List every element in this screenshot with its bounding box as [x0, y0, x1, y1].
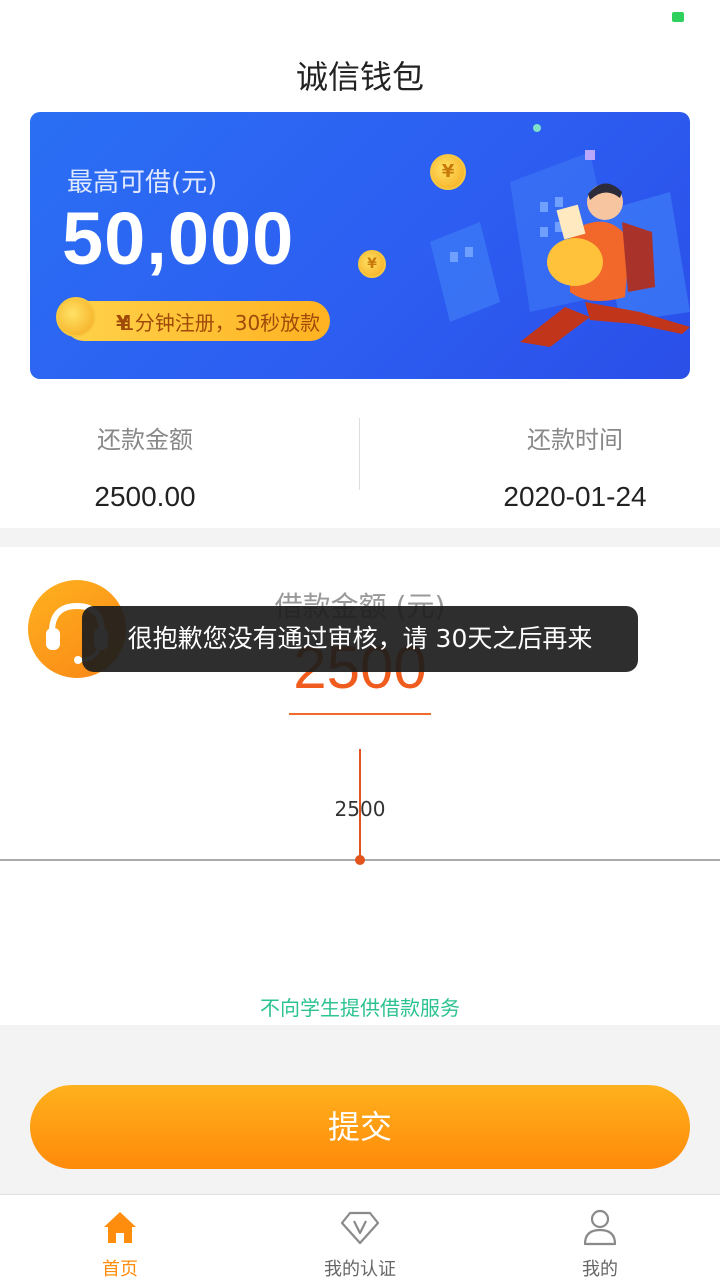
loan-amount-underline — [289, 713, 431, 715]
banner-subtitle: 最高可借(元) — [67, 168, 218, 198]
diamond-v-icon — [340, 1211, 380, 1245]
page-title: 诚信钱包 — [295, 58, 424, 96]
tab-my-certification-label: 我的认证 — [324, 1259, 396, 1280]
coin-icon: ¥ — [56, 297, 130, 337]
slider-value-label: 2500 — [334, 797, 386, 821]
app-header: 诚信钱包 — [0, 40, 720, 110]
repay-amount-label: 还款金额 — [97, 426, 193, 454]
tab-mine[interactable]: 我的 — [480, 1195, 720, 1280]
toast-message: 很抱歉您没有通过审核，请 30天之后再来 — [82, 606, 638, 672]
banner-promo-pill: ¥ 1分钟注册，30秒放款 — [56, 297, 330, 341]
student-notice: 不向学生提供借款服务 — [260, 996, 460, 1020]
tab-home[interactable]: 首页 — [0, 1195, 240, 1280]
repay-date-block: 还款时间 2020-01-24 — [430, 400, 720, 513]
coin-icon: ¥ — [358, 250, 386, 278]
submit-button[interactable]: 提交 — [30, 1085, 690, 1169]
banner-max-amount: 50,000 — [62, 197, 295, 280]
bottom-tab-bar: 首页 我的认证 我的 — [0, 1194, 720, 1280]
status-bar — [0, 0, 720, 40]
promo-banner[interactable]: 最高可借(元) 50,000 ¥ 1分钟注册，30秒放款 ¥ ¥ — [30, 112, 690, 379]
banner-promo-text: 1分钟注册，30秒放款 — [122, 311, 321, 335]
user-icon — [583, 1209, 617, 1246]
stats-divider — [359, 418, 360, 490]
repay-amount-value: 2500.00 — [94, 481, 196, 512]
repay-date-label: 还款时间 — [527, 426, 623, 454]
tab-mine-label: 我的 — [582, 1259, 618, 1280]
runner-illustration — [430, 124, 690, 347]
repayment-summary: 还款金额 2500.00 还款时间 2020-01-24 — [0, 400, 720, 513]
coin-icon: ¥ — [430, 154, 466, 190]
tab-my-certification[interactable]: 我的认证 — [240, 1195, 480, 1280]
repay-date-value: 2020-01-24 — [503, 481, 647, 512]
slider-handle[interactable] — [355, 855, 365, 865]
repay-amount-block: 还款金额 2500.00 — [0, 400, 290, 513]
battery-icon — [672, 12, 684, 22]
tab-home-label: 首页 — [102, 1259, 138, 1280]
home-icon — [104, 1212, 136, 1243]
